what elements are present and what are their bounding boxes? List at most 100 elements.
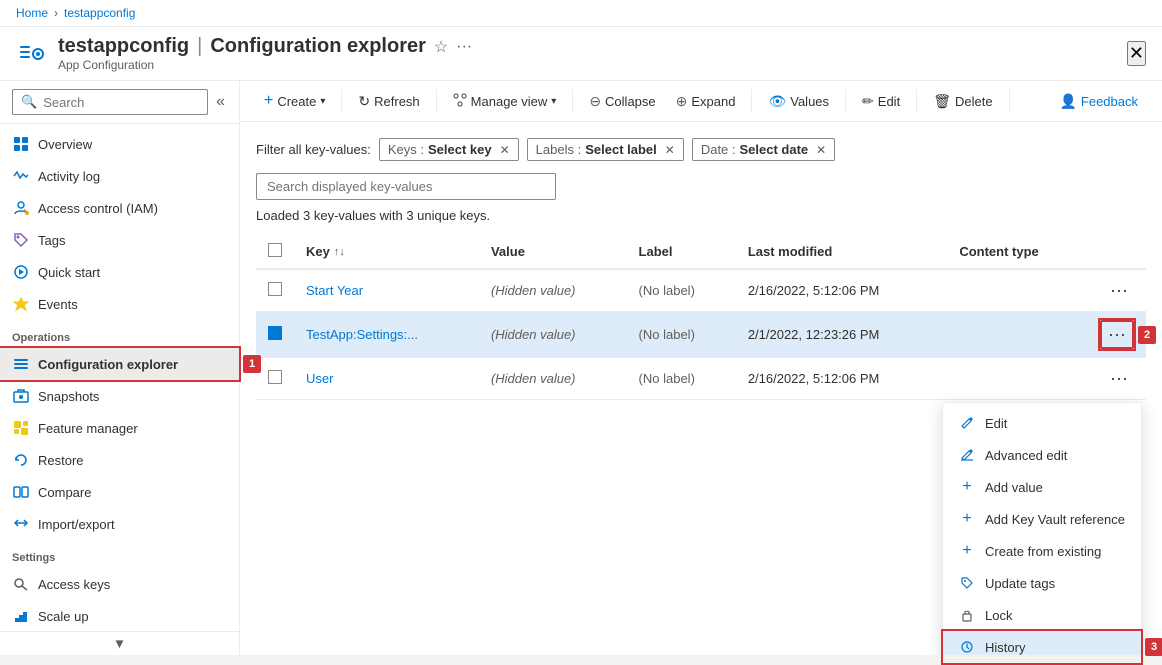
row1-key[interactable]: Start Year	[294, 269, 479, 312]
row2-ellipsis-button[interactable]: ···	[1100, 320, 1134, 349]
filter-chip-date[interactable]: Date : Select date ✕	[692, 138, 835, 161]
delete-label: Delete	[955, 94, 993, 109]
sidebar-item-import-export[interactable]: Import/export	[0, 508, 239, 540]
row1-key-link[interactable]: Start Year	[306, 283, 363, 298]
collapse-label: Collapse	[605, 94, 656, 109]
row1-checkbox[interactable]	[268, 282, 282, 296]
collapse-button[interactable]: ⊖ Collapse	[581, 88, 663, 115]
row1-checkbox-cell[interactable]	[256, 269, 294, 312]
key-sort-icon[interactable]: ↑↓	[334, 246, 345, 258]
chip-val-1: Select label	[585, 142, 657, 157]
toolbar-divider-1	[341, 89, 342, 113]
filter-chip-keys[interactable]: Keys : Select key ✕	[379, 138, 519, 161]
sidebar-access-keys-label: Access keys	[38, 577, 110, 592]
lock-menu-label: Lock	[985, 608, 1012, 623]
row1-actions: ···	[1088, 269, 1146, 312]
sidebar-item-quickstart[interactable]: Quick start	[0, 256, 239, 288]
row2-checkbox-cell[interactable]	[256, 312, 294, 358]
context-menu-add-value[interactable]: + Add value	[943, 471, 1141, 503]
sidebar-item-iam[interactable]: Access control (IAM)	[0, 192, 239, 224]
sidebar-quickstart-label: Quick start	[38, 265, 100, 280]
sidebar-item-compare[interactable]: Compare	[0, 476, 239, 508]
row3-value: (Hidden value)	[479, 358, 627, 400]
edit-menu-label: Edit	[985, 416, 1007, 431]
row3-checkbox-cell[interactable]	[256, 358, 294, 400]
sidebar-item-access-keys[interactable]: Access keys	[0, 568, 239, 600]
sidebar-events-label: Events	[38, 297, 78, 312]
favorite-button[interactable]: ☆	[434, 37, 448, 57]
tags-icon	[12, 231, 30, 249]
toolbar-divider-6	[916, 89, 917, 113]
sidebar-scroll-down[interactable]: ▼	[113, 636, 126, 651]
config-explorer-icon	[12, 355, 30, 373]
sidebar-item-snapshots[interactable]: Snapshots	[0, 380, 239, 412]
row3-key-link[interactable]: User	[306, 371, 333, 386]
edit-button[interactable]: ✏ Edit	[854, 88, 908, 115]
filter-chip-labels[interactable]: Labels : Select label ✕	[527, 138, 684, 161]
context-menu-advanced-edit[interactable]: Advanced edit	[943, 439, 1141, 471]
sidebar-item-overview[interactable]: Overview	[0, 128, 239, 160]
row2-key[interactable]: TestApp:Settings:...	[294, 312, 479, 358]
chip-val-2: Select date	[740, 142, 809, 157]
row2-checkbox[interactable]	[268, 326, 282, 340]
row2-content-type	[947, 312, 1088, 358]
edit-menu-icon	[959, 415, 975, 431]
context-menu-edit[interactable]: Edit	[943, 407, 1141, 439]
sidebar: 🔍 « Overview Activity log	[0, 81, 240, 655]
context-menu-history[interactable]: History	[943, 631, 1141, 655]
context-menu-update-tags[interactable]: Update tags	[943, 567, 1141, 599]
sidebar-item-tags[interactable]: Tags	[0, 224, 239, 256]
row3-content-type	[947, 358, 1088, 400]
chip-key-1: Labels :	[536, 142, 582, 157]
sidebar-feature-manager-label: Feature manager	[38, 421, 138, 436]
manage-view-button[interactable]: Manage view ▾	[445, 88, 565, 115]
sidebar-iam-label: Access control (IAM)	[38, 201, 158, 216]
sidebar-item-scale-up[interactable]: Scale up	[0, 600, 239, 631]
chip-close-2[interactable]: ✕	[816, 143, 826, 157]
table-row: TestApp:Settings:... (Hidden value) (No …	[256, 312, 1146, 358]
breadcrumb-home[interactable]: Home	[16, 6, 48, 20]
row2-key-link[interactable]: TestApp:Settings:...	[306, 327, 418, 342]
sidebar-activity-label: Activity log	[38, 169, 100, 184]
data-table: Key ↑↓ Value Label Last modified Content…	[256, 235, 1146, 400]
quickstart-icon	[12, 263, 30, 281]
sidebar-item-restore[interactable]: Restore	[0, 444, 239, 476]
page-header: testappconfig | Configuration explorer ☆…	[0, 27, 1162, 81]
sidebar-item-events[interactable]: Events	[0, 288, 239, 320]
row1-ellipsis-button[interactable]: ···	[1104, 278, 1134, 303]
context-menu-add-keyvault[interactable]: + Add Key Vault reference	[943, 503, 1141, 535]
feedback-button[interactable]: 👤 Feedback	[1051, 88, 1146, 115]
create-button[interactable]: + Create ▾	[256, 87, 333, 115]
chip-close-0[interactable]: ✕	[500, 143, 510, 157]
table-search-input[interactable]	[256, 173, 556, 200]
sidebar-search-box[interactable]: 🔍	[12, 89, 208, 115]
create-existing-menu-label: Create from existing	[985, 544, 1101, 559]
settings-section-label: Settings	[0, 540, 239, 568]
expand-icon: ⊕	[676, 93, 688, 110]
chip-close-1[interactable]: ✕	[665, 143, 675, 157]
import-export-icon	[12, 515, 30, 533]
context-menu-create-existing[interactable]: + Create from existing	[943, 535, 1141, 567]
breadcrumb-resource[interactable]: testappconfig	[64, 6, 135, 20]
values-label: Values	[790, 94, 829, 109]
context-menu-lock[interactable]: Lock	[943, 599, 1141, 631]
row3-key[interactable]: User	[294, 358, 479, 400]
refresh-icon: ↻	[358, 93, 370, 110]
delete-button[interactable]: 🗑 Delete	[925, 88, 1000, 115]
expand-button[interactable]: ⊕ Expand	[668, 88, 744, 115]
search-input[interactable]	[43, 95, 199, 110]
sidebar-item-feature-manager[interactable]: Feature manager	[0, 412, 239, 444]
values-button[interactable]: 👁 Values	[760, 88, 837, 115]
row3-ellipsis-button[interactable]: ···	[1104, 366, 1134, 391]
advanced-edit-menu-icon	[959, 447, 975, 463]
row3-checkbox[interactable]	[268, 370, 282, 384]
sidebar-collapse-btn[interactable]: «	[214, 91, 227, 113]
refresh-button[interactable]: ↻ Refresh	[350, 88, 427, 115]
sidebar-item-config-explorer[interactable]: Configuration explorer	[0, 348, 239, 380]
sidebar-item-activity[interactable]: Activity log	[0, 160, 239, 192]
more-options-button[interactable]: ···	[456, 38, 472, 56]
expand-label: Expand	[691, 94, 735, 109]
select-all-checkbox[interactable]	[268, 243, 282, 257]
select-all-header[interactable]	[256, 235, 294, 269]
close-button[interactable]: ✕	[1127, 41, 1146, 66]
